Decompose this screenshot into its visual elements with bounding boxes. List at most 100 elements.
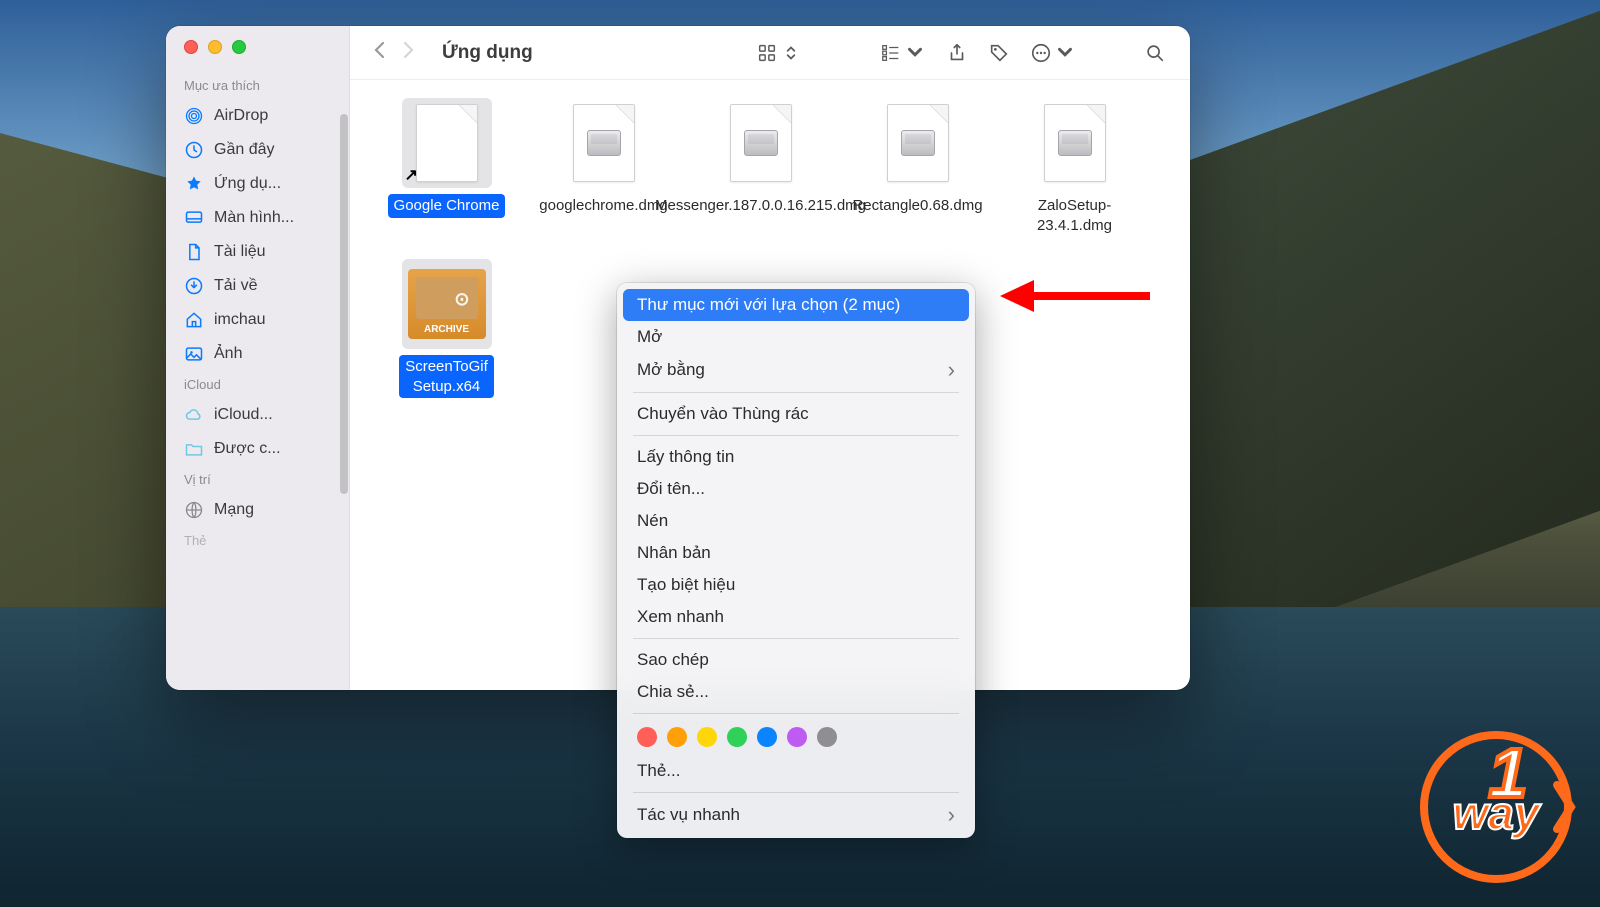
ctx-trash[interactable]: Chuyển vào Thùng rác bbox=[623, 398, 969, 430]
tag-color-yellow[interactable] bbox=[697, 727, 717, 747]
sidebar-item-desktop[interactable]: Màn hình... bbox=[166, 201, 349, 235]
window-controls bbox=[166, 40, 349, 72]
back-button[interactable] bbox=[368, 38, 392, 67]
ctx-label: Nén bbox=[637, 511, 668, 531]
sidebar-item-network[interactable]: Mạng bbox=[166, 493, 349, 527]
file-item[interactable]: ARCHIVE ScreenToGif Setup.x64 bbox=[374, 259, 519, 398]
sidebar-item-applications[interactable]: Ứng dụ... bbox=[166, 167, 349, 201]
sidebar-item-airdrop[interactable]: AirDrop bbox=[166, 99, 349, 133]
tag-color-blue[interactable] bbox=[757, 727, 777, 747]
chevron-down-icon bbox=[1054, 42, 1076, 64]
chevron-down-icon bbox=[904, 42, 926, 64]
ctx-separator bbox=[633, 792, 959, 793]
sidebar-item-pictures[interactable]: Ảnh bbox=[166, 337, 349, 371]
sidebar-section-icloud: iCloud bbox=[166, 371, 349, 398]
sidebar-item-recent[interactable]: Gần đây bbox=[166, 133, 349, 167]
sidebar-item-label: Gần đây bbox=[214, 141, 274, 159]
ctx-quick-actions[interactable]: Tác vụ nhanh bbox=[623, 798, 969, 832]
ctx-separator bbox=[633, 713, 959, 714]
dmg-icon bbox=[873, 98, 963, 188]
ctx-get-info[interactable]: Lấy thông tin bbox=[623, 441, 969, 473]
sidebar-item-documents[interactable]: Tài liệu bbox=[166, 235, 349, 269]
forward-button[interactable] bbox=[396, 38, 420, 67]
document-alias-icon: ↗ bbox=[402, 98, 492, 188]
file-item[interactable]: ↗ Google Chrome bbox=[374, 98, 519, 237]
group-by-button[interactable] bbox=[874, 42, 932, 64]
ctx-new-folder[interactable]: Thư mục mới với lựa chọn (2 mục) bbox=[623, 289, 969, 321]
sidebar-item-downloads[interactable]: Tải về bbox=[166, 269, 349, 303]
cloud-icon bbox=[184, 405, 204, 425]
applications-icon bbox=[184, 174, 204, 194]
file-label: Google Chrome bbox=[388, 194, 506, 218]
ctx-rename[interactable]: Đổi tên... bbox=[623, 473, 969, 505]
airdrop-icon bbox=[184, 106, 204, 126]
ctx-open[interactable]: Mở bbox=[623, 321, 969, 353]
watermark-logo: way 1 bbox=[1416, 727, 1576, 887]
file-item[interactable]: ZaloSetup-23.4.1.dmg bbox=[1002, 98, 1147, 237]
search-button[interactable] bbox=[1138, 42, 1172, 64]
view-mode-button[interactable] bbox=[750, 42, 808, 64]
sidebar-section-favorites: Mục ưa thích bbox=[166, 72, 349, 99]
share-button[interactable] bbox=[940, 42, 974, 64]
tag-color-gray[interactable] bbox=[817, 727, 837, 747]
ctx-label: Xem nhanh bbox=[637, 607, 724, 627]
svg-text:1: 1 bbox=[1489, 734, 1528, 812]
ctx-copy[interactable]: Sao chép bbox=[623, 644, 969, 676]
file-item[interactable]: Rectangle0.68.dmg bbox=[845, 98, 990, 237]
tag-color-purple[interactable] bbox=[787, 727, 807, 747]
sidebar-item-label: imchau bbox=[214, 311, 266, 329]
file-label: Messenger.187.0.0.16.215.dmg bbox=[649, 194, 872, 218]
ctx-tags[interactable]: Thẻ... bbox=[623, 755, 969, 787]
context-menu: Thư mục mới với lựa chọn (2 mục) Mở Mở b… bbox=[617, 283, 975, 838]
file-label: ScreenToGif Setup.x64 bbox=[399, 355, 494, 398]
sidebar-scrollbar[interactable] bbox=[340, 114, 348, 494]
tags-button[interactable] bbox=[982, 42, 1016, 64]
ctx-label: Tạo biệt hiệu bbox=[637, 575, 735, 595]
ctx-duplicate[interactable]: Nhân bản bbox=[623, 537, 969, 569]
shared-folder-icon bbox=[184, 439, 204, 459]
dmg-icon bbox=[1030, 98, 1120, 188]
document-icon bbox=[184, 242, 204, 262]
sidebar-item-label: Ảnh bbox=[214, 345, 242, 363]
desktop-icon bbox=[184, 208, 204, 228]
dmg-icon bbox=[716, 98, 806, 188]
tag-color-orange[interactable] bbox=[667, 727, 687, 747]
more-button[interactable] bbox=[1024, 42, 1082, 64]
maximize-button[interactable] bbox=[232, 40, 246, 54]
close-button[interactable] bbox=[184, 40, 198, 54]
sidebar: Mục ưa thích AirDrop Gần đây Ứng dụ... M… bbox=[166, 26, 350, 690]
sidebar-item-icloud[interactable]: iCloud... bbox=[166, 398, 349, 432]
ctx-label: Chuyển vào Thùng rác bbox=[637, 404, 809, 424]
archive-text: ARCHIVE bbox=[424, 324, 469, 335]
sidebar-item-shared[interactable]: Được c... bbox=[166, 432, 349, 466]
ctx-open-with[interactable]: Mở bằng bbox=[623, 353, 969, 387]
ctx-label: Chia sẻ... bbox=[637, 682, 709, 702]
ctx-label: Thư mục mới với lựa chọn (2 mục) bbox=[637, 295, 900, 315]
ctx-separator bbox=[633, 638, 959, 639]
ctx-label: Mở bbox=[637, 327, 662, 347]
sidebar-item-label: Tài liệu bbox=[214, 243, 266, 261]
tag-color-red[interactable] bbox=[637, 727, 657, 747]
minimize-button[interactable] bbox=[208, 40, 222, 54]
sidebar-item-label: Được c... bbox=[214, 440, 281, 458]
ctx-share[interactable]: Chia sẻ... bbox=[623, 676, 969, 708]
file-item[interactable]: Messenger.187.0.0.16.215.dmg bbox=[688, 98, 833, 237]
archive-icon: ARCHIVE bbox=[402, 259, 492, 349]
ctx-label: Tác vụ nhanh bbox=[637, 805, 740, 825]
sidebar-section-tags: Thẻ bbox=[166, 527, 349, 554]
network-icon bbox=[184, 500, 204, 520]
pictures-icon bbox=[184, 344, 204, 364]
ctx-separator bbox=[633, 435, 959, 436]
ctx-compress[interactable]: Nén bbox=[623, 505, 969, 537]
ctx-separator bbox=[633, 392, 959, 393]
ctx-label: Nhân bản bbox=[637, 543, 711, 563]
sidebar-item-label: AirDrop bbox=[214, 107, 268, 125]
ctx-quicklook[interactable]: Xem nhanh bbox=[623, 601, 969, 633]
clock-icon bbox=[184, 140, 204, 160]
ctx-tag-colors bbox=[623, 719, 969, 755]
ctx-label: Sao chép bbox=[637, 650, 709, 670]
tag-color-green[interactable] bbox=[727, 727, 747, 747]
file-label: Rectangle0.68.dmg bbox=[846, 194, 988, 218]
ctx-alias[interactable]: Tạo biệt hiệu bbox=[623, 569, 969, 601]
sidebar-item-home[interactable]: imchau bbox=[166, 303, 349, 337]
